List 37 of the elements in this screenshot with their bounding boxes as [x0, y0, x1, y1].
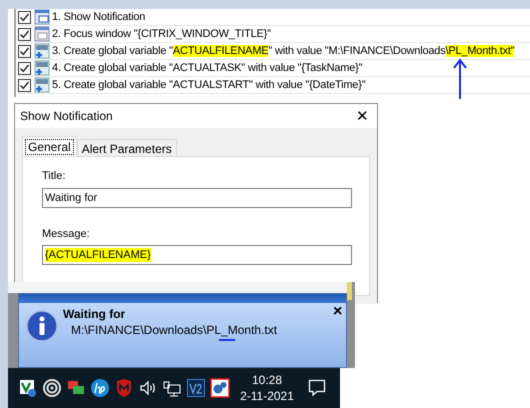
logo-icon[interactable]	[90, 378, 110, 398]
step-label[interactable]: 5. Create global variable "ACTUALSTART" with value "{DateTime}"	[52, 78, 366, 92]
underline-mark	[219, 339, 235, 341]
speaker-icon[interactable]	[138, 378, 158, 398]
window-icon	[34, 26, 50, 42]
field-label: Title:	[42, 169, 66, 184]
chat-bubble-icon[interactable]	[308, 379, 326, 397]
checkbox[interactable]	[18, 10, 31, 24]
input-field[interactable]: Waiting for	[42, 188, 352, 208]
clock-time: 10:28	[252, 372, 282, 388]
spiral-icon[interactable]	[42, 378, 62, 398]
window-title: Show Notification	[20, 108, 113, 125]
step-label[interactable]: 1. Show Notification	[52, 10, 146, 24]
checkbox[interactable]	[18, 62, 31, 74]
app-icon[interactable]	[186, 378, 206, 398]
clock-date: 2-11-2021	[240, 388, 294, 404]
notification-message: M:\FINANCE\Downloads\PL_Month.txt	[71, 323, 278, 338]
variable-icon	[34, 60, 50, 76]
variable-icon	[34, 43, 50, 59]
step-label[interactable]: 4. Create global variable "ACTUALTASK" with value "{TaskName}"	[52, 61, 362, 75]
gears-icon[interactable]	[210, 378, 230, 398]
close-button[interactable]: ✕	[356, 108, 369, 124]
input-field[interactable]: {ACTUALFILENAME}	[42, 245, 352, 265]
close-button[interactable]: ×	[333, 304, 342, 320]
checkbox[interactable]	[18, 44, 31, 58]
calendar-icon[interactable]	[18, 378, 38, 398]
variable-icon	[34, 77, 50, 93]
arrow-icon	[452, 58, 468, 100]
window-icon	[34, 9, 50, 25]
step-label[interactable]: 2. Focus window "{CITRIX_WINDOW_TITLE}"	[52, 27, 271, 41]
notification-title: Waiting for	[63, 307, 126, 322]
tab[interactable]: Alert Parameters	[76, 139, 177, 156]
field-label: Message:	[42, 226, 91, 242]
checkbox[interactable]	[18, 78, 31, 92]
tab[interactable]: General	[22, 136, 77, 156]
checkbox[interactable]	[18, 28, 31, 40]
info-icon	[26, 310, 58, 342]
